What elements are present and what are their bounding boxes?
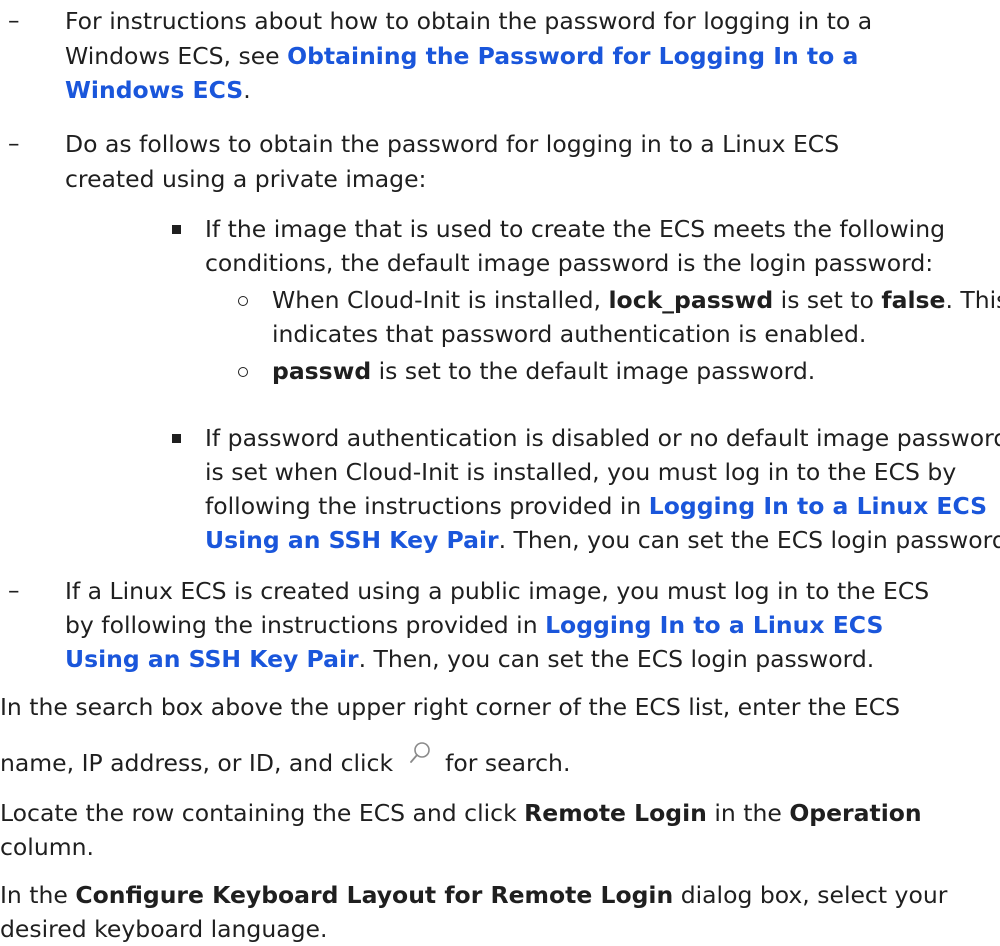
paragraph-line: is set when Cloud-Init is installed, you… (205, 458, 957, 486)
paragraph-line: In the Configure Keyboard Layout for Rem… (0, 879, 947, 912)
text-span: . This (945, 286, 1000, 314)
paragraph-line: Locate the row containing the ECS and cl… (0, 797, 922, 830)
square-bullet (172, 434, 181, 443)
text-span: is set to the default image password. (371, 357, 816, 385)
text-span: . Then, you can set the ECS login passwo… (358, 645, 875, 673)
link-ssh-key-pair-login[interactable]: Logging In to a Linux ECS (649, 492, 987, 520)
paragraph-line: Using an SSH Key Pair. Then, you can set… (205, 524, 1000, 557)
paragraph-line: Using an SSH Key Pair. Then, you can set… (65, 643, 874, 676)
paragraph-line: created using a private image: (65, 165, 427, 193)
paragraph-line: desired keyboard language. (0, 915, 328, 943)
link-ssh-key-pair-login[interactable]: Logging In to a Linux ECS (545, 611, 883, 639)
paragraph-line: If the image that is used to create the … (205, 215, 946, 243)
bold-text: Operation (789, 799, 922, 827)
text-span: is set to (773, 286, 882, 314)
paragraph-line: following the instructions provided in L… (205, 490, 987, 523)
text-span: in the (706, 799, 790, 827)
bold-text: lock_passwd (608, 286, 774, 314)
paragraph-line: When Cloud-Init is installed, lock_passw… (272, 284, 1000, 317)
paragraph-line: passwd is set to the default image passw… (272, 355, 815, 388)
bold-text: Remote Login (524, 799, 707, 827)
paragraph-line: column. (0, 833, 94, 861)
text-span: . (243, 76, 251, 104)
text-span: name, IP address, or ID, and click (0, 749, 394, 777)
text-span: In the (0, 881, 76, 909)
text-span: . Then, you can set the ECS login passwo… (498, 526, 1000, 554)
text-span: When Cloud-Init is installed, (272, 286, 609, 314)
link-obtaining-password-windows-cont[interactable]: Windows ECS (65, 76, 243, 104)
paragraph-line: Do as follows to obtain the password for… (65, 130, 840, 158)
bold-text: false (881, 286, 946, 314)
text-span: following the instructions provided in (205, 492, 649, 520)
paragraph-line: In the search box above the upper right … (0, 693, 901, 721)
text-span: Locate the row containing the ECS and cl… (0, 799, 525, 827)
paragraph-line: by following the instructions provided i… (65, 609, 883, 642)
text-span: dialog box, select your (673, 881, 948, 909)
bold-text: passwd (272, 357, 372, 385)
text-span: for search. (445, 749, 571, 777)
bold-text: Configure Keyboard Layout for Remote Log… (75, 881, 674, 909)
link-ssh-key-pair-login-cont[interactable]: Using an SSH Key Pair (65, 645, 359, 673)
dash-marker: – (8, 578, 20, 604)
text-span: by following the instructions provided i… (65, 611, 546, 639)
paragraph-line: conditions, the default image password i… (205, 249, 934, 277)
dash-marker: – (8, 131, 20, 157)
text-span: Windows ECS, see (65, 42, 288, 70)
paragraph-line: For instructions about how to obtain the… (65, 7, 873, 35)
paragraph-line: indicates that password authentication i… (272, 320, 867, 348)
paragraph-line: Windows ECS. (65, 74, 251, 107)
paragraph-line: If a Linux ECS is created using a public… (65, 577, 930, 605)
paragraph-line: Windows ECS, see Obtaining the Password … (65, 40, 858, 73)
link-ssh-key-pair-login-cont[interactable]: Using an SSH Key Pair (205, 526, 499, 554)
square-bullet (172, 225, 181, 234)
link-obtaining-password-windows[interactable]: Obtaining the Password for Logging In to… (287, 42, 858, 70)
circle-bullet (238, 296, 248, 306)
dash-marker: – (8, 8, 20, 34)
paragraph-line: name, IP address, or ID, and click for se… (0, 742, 571, 780)
paragraph-line: If password authentication is disabled o… (205, 424, 1000, 452)
circle-bullet (238, 367, 248, 377)
search-icon[interactable] (405, 742, 439, 775)
